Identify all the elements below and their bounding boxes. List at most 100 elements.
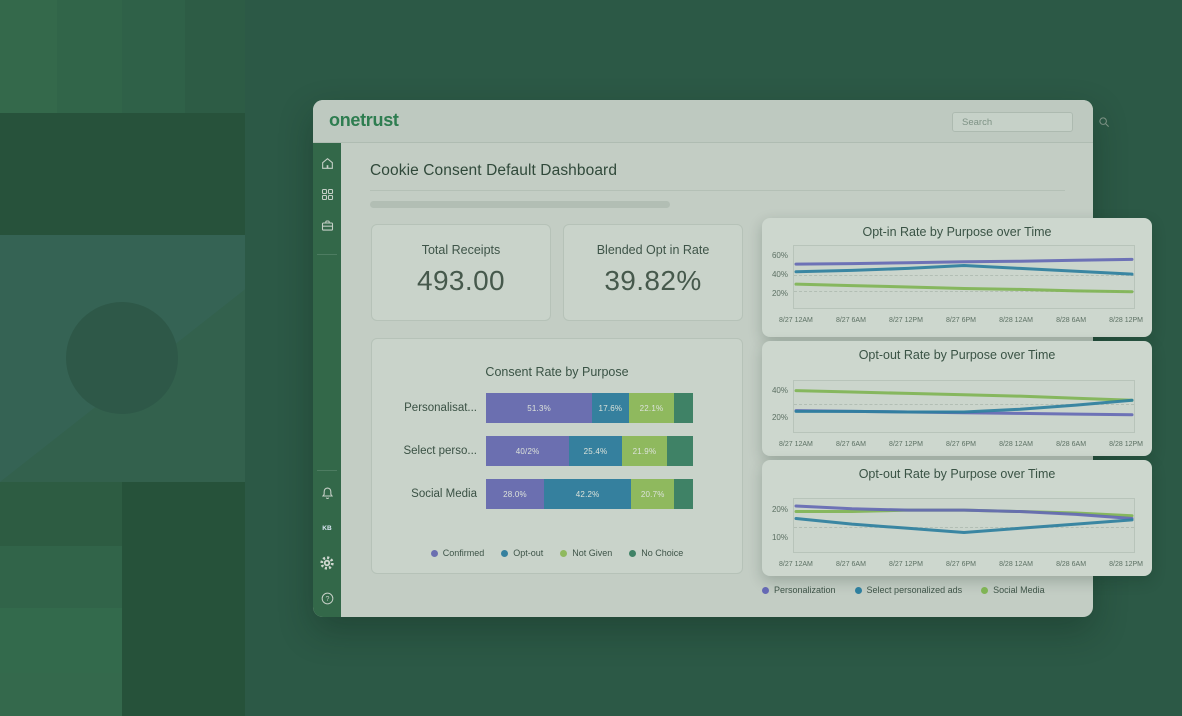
y-axis-tick: 60% — [761, 251, 788, 260]
x-axis-tick: 8/28 6AM — [1056, 441, 1086, 448]
bar-row-label: Select perso... — [384, 445, 486, 457]
legend-item: Opt-out — [501, 548, 543, 558]
bar-track: 40/2%25.4%21.9% — [486, 436, 693, 466]
legend-dot-icon — [431, 550, 438, 557]
bar-segment-not-given: 20.7% — [631, 479, 674, 509]
settings-gear-icon[interactable] — [318, 554, 336, 572]
series-personalization — [796, 259, 1132, 264]
line-series — [794, 499, 1134, 552]
y-axis-tick: 40% — [761, 270, 788, 279]
y-axis-tick: 40% — [761, 386, 788, 395]
bar-row-label: Personalisat... — [384, 402, 486, 414]
legend-dot-icon — [981, 587, 988, 594]
x-axis-tick: 8/28 6AM — [1056, 561, 1086, 568]
apps-grid-icon[interactable] — [318, 185, 336, 203]
bar-row: Social Media28.0%42.2%20.7% — [372, 479, 742, 509]
bar-segment-opt-out: 25.4% — [569, 436, 622, 466]
x-axis-tick: 8/28 6AM — [1056, 317, 1086, 324]
user-avatar[interactable]: KB — [319, 520, 335, 536]
sidebar: KB ? — [313, 143, 341, 617]
x-axis-tick: 8/28 12PM — [1109, 317, 1143, 324]
x-axis-tick: 8/27 6AM — [836, 441, 866, 448]
x-axis-tick: 8/27 12AM — [779, 441, 813, 448]
x-axis-tick: 8/27 6AM — [836, 317, 866, 324]
kpi-value: 39.82% — [564, 265, 742, 297]
legend-label: Not Given — [572, 548, 612, 558]
search-box[interactable] — [952, 112, 1073, 132]
stacked-bar-chart: Personalisat...51.3%17.6%22.1% Select per… — [372, 393, 742, 522]
bg-strip — [185, 0, 245, 113]
bar-segment-no-choice — [674, 479, 693, 509]
x-axis-tick: 8/28 12PM — [1109, 561, 1143, 568]
x-axis-tick: 8/27 6PM — [946, 317, 976, 324]
sidebar-divider — [317, 254, 337, 255]
x-axis-tick: 8/27 12AM — [779, 317, 813, 324]
kpi-label: Total Receipts — [372, 243, 550, 257]
bar-row: Personalisat...51.3%17.6%22.1% — [372, 393, 742, 423]
notifications-bell-icon[interactable] — [318, 484, 336, 502]
legend-label: No Choice — [641, 548, 683, 558]
opt-in-rate-card: Opt-in Rate by Purpose over Time 60%40%2… — [762, 218, 1152, 337]
chart-title: Opt-in Rate by Purpose over Time — [762, 225, 1152, 239]
help-icon[interactable]: ? — [318, 589, 336, 607]
bg-rect — [122, 482, 245, 716]
line-series — [794, 381, 1134, 432]
x-axis-tick: 8/27 6AM — [836, 561, 866, 568]
bar-segment-no-choice — [674, 393, 693, 423]
chart-title: Opt-out Rate by Purpose over Time — [762, 348, 1152, 362]
x-axis-labels: 8/27 12AM8/27 6AM8/27 12PM8/27 6PM8/28 1… — [779, 561, 1143, 568]
x-axis-labels: 8/27 12AM8/27 6AM8/27 12PM8/27 6PM8/28 1… — [779, 317, 1143, 324]
y-axis-tick: 20% — [761, 289, 788, 298]
x-axis-tick: 8/28 12PM — [1109, 441, 1143, 448]
legend-label: Personalization — [774, 585, 836, 595]
legend-dot-icon — [501, 550, 508, 557]
kpi-value: 493.00 — [372, 265, 550, 297]
legend-item: Confirmed — [431, 548, 485, 558]
brand-logo: onetrust — [329, 110, 399, 131]
legend-label: Confirmed — [443, 548, 485, 558]
bg-strip — [0, 673, 122, 716]
x-axis-tick: 8/27 6PM — [946, 561, 976, 568]
sidebar-divider — [317, 470, 337, 471]
purpose-legend: PersonalizationSelect personalized adsSo… — [762, 585, 1102, 595]
app-window: onetrust — [313, 100, 1093, 617]
line-chart-plot: 60%40%20% — [793, 245, 1135, 309]
x-axis-tick: 8/27 6PM — [946, 441, 976, 448]
bg-strip — [0, 608, 122, 673]
home-icon[interactable] — [318, 154, 336, 172]
legend-item: Personalization — [762, 585, 836, 595]
legend-dot-icon — [762, 587, 769, 594]
legend-item: No Choice — [629, 548, 683, 558]
bg-strip — [0, 546, 122, 608]
x-axis-labels: 8/27 12AM8/27 6AM8/27 12PM8/27 6PM8/28 1… — [779, 441, 1143, 448]
bar-track: 51.3%17.6%22.1% — [486, 393, 693, 423]
bar-segment-confirmed: 51.3% — [486, 393, 592, 423]
legend-dot-icon — [560, 550, 567, 557]
chart-title: Consent Rate by Purpose — [372, 365, 742, 379]
chart-title: Opt-out Rate by Purpose over Time — [762, 467, 1152, 481]
bg-strip — [122, 0, 185, 113]
opt-out-rate-card-1: Opt-out Rate by Purpose over Time 40%20%… — [762, 341, 1152, 456]
search-icon — [1098, 116, 1110, 128]
y-axis-tick: 10% — [761, 533, 788, 542]
consent-rate-card: Consent Rate by Purpose Personalisat...5… — [371, 338, 743, 574]
series-select-personalized-ads — [796, 266, 1132, 275]
bar-segment-confirmed: 28.0% — [486, 479, 544, 509]
series-select-personalized-ads — [796, 519, 1132, 533]
legend-dot-icon — [855, 587, 862, 594]
legend-item: Social Media — [981, 585, 1045, 595]
bar-segment-no-choice — [667, 436, 693, 466]
briefcase-icon[interactable] — [318, 216, 336, 234]
loading-bar — [370, 201, 670, 208]
bar-segment-confirmed: 40/2% — [486, 436, 569, 466]
y-axis-tick: 20% — [761, 505, 788, 514]
line-chart-plot: 20%10% — [793, 498, 1135, 553]
bar-segment-not-given: 22.1% — [629, 393, 675, 423]
title-divider — [370, 190, 1065, 191]
bar-segment-opt-out: 42.2% — [544, 479, 631, 509]
bar-segment-not-given: 21.9% — [622, 436, 667, 466]
search-input[interactable] — [953, 117, 1098, 128]
opt-out-rate-card-2: Opt-out Rate by Purpose over Time 20%10%… — [762, 460, 1152, 576]
chart-legend: Confirmed Opt-out Not Given No Choice — [372, 548, 742, 558]
bg-strip — [0, 0, 57, 113]
